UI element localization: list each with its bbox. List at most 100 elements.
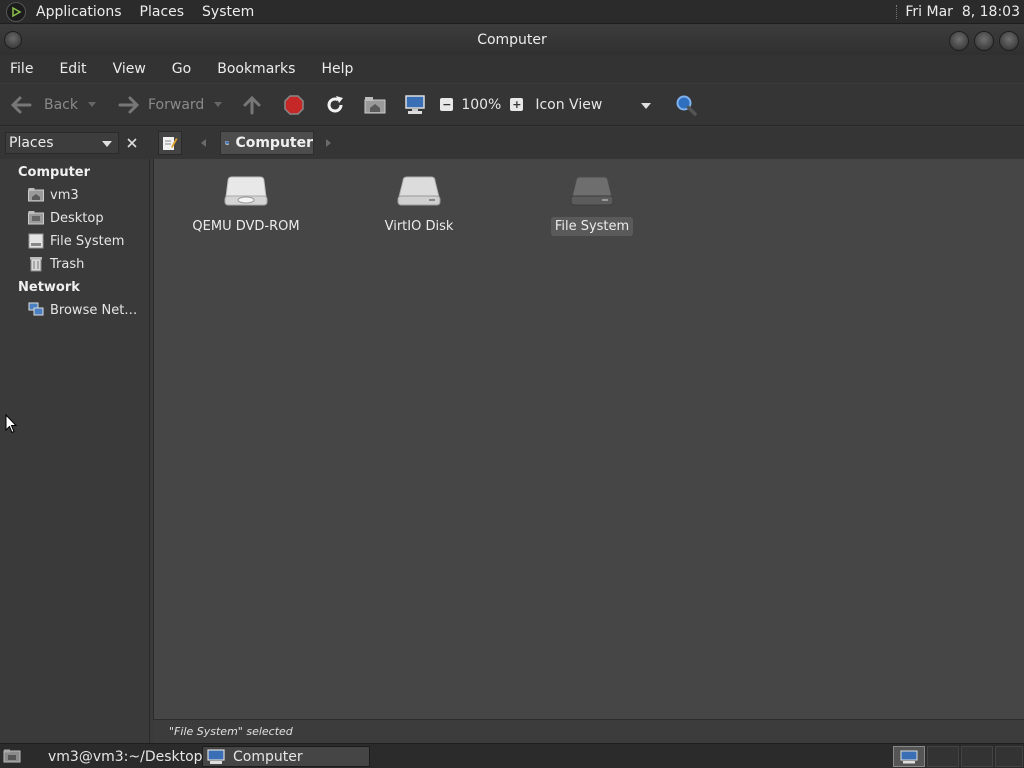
up-button[interactable] bbox=[242, 95, 262, 115]
breadcrumb-computer[interactable]: Computer bbox=[220, 131, 314, 155]
sidebar-type-label: Places bbox=[9, 135, 54, 151]
toolbar: Back Forward − 100% + Icon View bbox=[0, 84, 1024, 126]
search-icon bbox=[676, 95, 698, 116]
sidebar-item-desktop[interactable]: Desktop bbox=[28, 208, 104, 228]
reload-button[interactable] bbox=[324, 94, 346, 116]
hard-disk-icon bbox=[397, 176, 441, 206]
back-label: Back bbox=[44, 96, 78, 113]
back-arrow-icon bbox=[10, 96, 32, 113]
zoom-out-icon: − bbox=[440, 98, 454, 111]
up-arrow-icon bbox=[243, 95, 261, 114]
sidebar-type-select[interactable]: Places bbox=[5, 132, 119, 154]
sidebar-item-vm3[interactable]: vm3 bbox=[28, 185, 79, 205]
taskbar-item-label: Computer bbox=[233, 748, 303, 765]
sidebar-item-trash[interactable]: Trash bbox=[28, 254, 84, 274]
close-icon bbox=[127, 138, 137, 148]
window-titlebar[interactable]: Computer bbox=[0, 25, 1024, 55]
stop-button[interactable] bbox=[284, 94, 305, 115]
taskbar-item-computer[interactable]: Computer bbox=[202, 746, 370, 767]
view-mode-label: Icon View bbox=[535, 96, 603, 113]
sidebar-item-label: vm3 bbox=[50, 187, 79, 203]
places-menu[interactable]: Places bbox=[138, 4, 187, 20]
zoom-in-icon: + bbox=[510, 98, 524, 111]
toggle-location-entry-button[interactable] bbox=[158, 131, 182, 155]
places-sidebar: Computer vm3 Desktop File System Trash N… bbox=[0, 159, 150, 743]
status-text: "File System" selected bbox=[169, 725, 293, 738]
view-mode-select[interactable]: Icon View bbox=[535, 96, 652, 113]
window-title: Computer bbox=[477, 32, 547, 48]
trash-icon bbox=[30, 257, 42, 272]
sidebar-item-label: Desktop bbox=[50, 210, 104, 226]
forward-arrow-icon bbox=[118, 96, 140, 113]
panel-grip-icon bbox=[896, 4, 899, 19]
menu-edit[interactable]: Edit bbox=[53, 61, 92, 77]
breadcrumb-scroll-right-icon[interactable] bbox=[326, 139, 331, 147]
file-icon-label: File System bbox=[550, 217, 634, 236]
location-bar: Places Computer bbox=[0, 127, 1024, 159]
file-icon-label: QEMU DVD-ROM bbox=[192, 219, 300, 234]
chevron-down-icon bbox=[641, 102, 652, 109]
taskbar-item-terminal[interactable]: vm3@vm3:~/Desktop bbox=[36, 746, 203, 767]
file-icon-virtio-disk[interactable]: VirtIO Disk bbox=[363, 175, 475, 236]
system-menu[interactable]: System bbox=[200, 4, 256, 20]
sidebar-item-browse-network[interactable]: Browse Net… bbox=[28, 300, 137, 320]
zoom-level[interactable]: 100% bbox=[461, 97, 501, 113]
workspace-switcher-3[interactable] bbox=[961, 746, 993, 767]
show-desktop-button[interactable] bbox=[2, 747, 22, 765]
breadcrumb-label: Computer bbox=[235, 135, 313, 151]
file-icon-label: VirtIO Disk bbox=[384, 219, 454, 234]
menu-bookmarks[interactable]: Bookmarks bbox=[211, 61, 301, 77]
zoom-in-button[interactable]: + bbox=[510, 98, 524, 111]
show-desktop-icon bbox=[3, 749, 21, 763]
workspace-switcher-2[interactable] bbox=[927, 746, 959, 767]
applications-menu[interactable]: Applications bbox=[34, 4, 124, 20]
computer-icon bbox=[900, 750, 918, 763]
minimize-button[interactable] bbox=[949, 31, 969, 51]
filesystem-drive-icon bbox=[570, 176, 614, 206]
close-sidebar-button[interactable] bbox=[122, 133, 142, 153]
close-button[interactable] bbox=[999, 31, 1019, 51]
zoom-out-button[interactable]: − bbox=[440, 98, 454, 111]
menu-file[interactable]: File bbox=[4, 61, 39, 77]
edit-pencil-icon bbox=[163, 137, 178, 150]
workspace-switcher-4[interactable] bbox=[995, 746, 1023, 767]
workspace-switcher-1[interactable] bbox=[893, 746, 925, 767]
sidebar-item-label: Trash bbox=[50, 256, 85, 272]
clock-area: Fri Mar 8, 18:03 bbox=[896, 4, 1024, 20]
computer-button[interactable] bbox=[404, 94, 426, 115]
menu-help[interactable]: Help bbox=[315, 61, 359, 77]
menu-view[interactable]: View bbox=[107, 61, 152, 77]
bottom-taskbar: vm3@vm3:~/Desktop Computer bbox=[0, 743, 1024, 768]
top-panel: Applications Places System Fri Mar 8, 18… bbox=[0, 0, 1024, 24]
computer-icon bbox=[225, 141, 230, 145]
home-button[interactable] bbox=[364, 96, 386, 114]
window-menu-button[interactable] bbox=[4, 31, 22, 49]
stop-icon bbox=[284, 94, 305, 115]
menu-go[interactable]: Go bbox=[166, 61, 197, 77]
home-folder-icon bbox=[28, 188, 44, 202]
chevron-down-icon bbox=[102, 141, 112, 147]
maximize-button[interactable] bbox=[974, 31, 994, 51]
clock[interactable]: Fri Mar 8, 18:03 bbox=[905, 4, 1020, 20]
applications-logo-icon[interactable] bbox=[6, 1, 26, 22]
breadcrumb-scroll-left-icon[interactable] bbox=[201, 139, 206, 147]
file-icon-file-system[interactable]: File System bbox=[536, 175, 648, 236]
sidebar-heading-computer: Computer bbox=[18, 165, 91, 180]
computer-icon bbox=[207, 748, 225, 764]
forward-button[interactable]: Forward bbox=[116, 95, 223, 115]
search-button[interactable] bbox=[675, 94, 698, 116]
back-history-dropdown[interactable] bbox=[88, 102, 96, 107]
mouse-pointer-icon bbox=[5, 414, 17, 434]
computer-icon bbox=[405, 94, 426, 114]
sidebar-item-file-system[interactable]: File System bbox=[28, 231, 124, 251]
reload-icon bbox=[327, 95, 344, 112]
filesystem-icon bbox=[28, 233, 44, 249]
optical-drive-icon bbox=[224, 176, 268, 206]
back-button[interactable]: Back bbox=[10, 95, 96, 115]
network-icon bbox=[28, 302, 44, 316]
forward-history-dropdown[interactable] bbox=[214, 102, 223, 107]
icon-view[interactable]: QEMU DVD-ROM VirtIO Disk File System bbox=[153, 159, 1024, 719]
sidebar-heading-network: Network bbox=[18, 280, 80, 295]
sidebar-item-label: Browse Net… bbox=[50, 302, 138, 318]
file-icon-qemu-dvd-rom[interactable]: QEMU DVD-ROM bbox=[190, 175, 302, 236]
